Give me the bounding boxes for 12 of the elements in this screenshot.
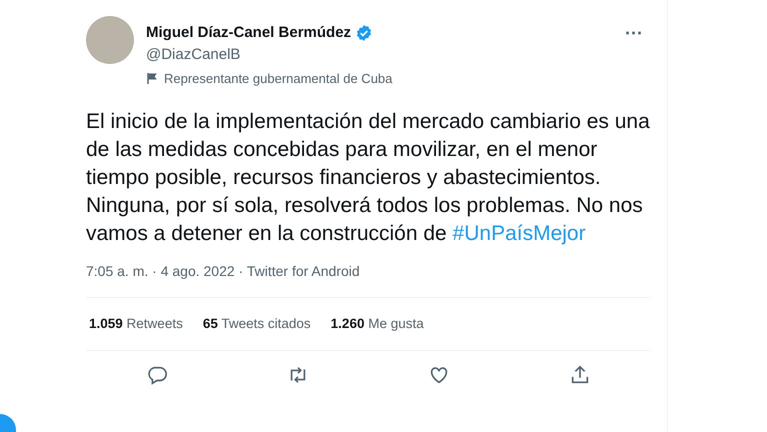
more-options-icon[interactable]: ···	[625, 20, 643, 47]
flag-icon	[146, 72, 158, 84]
author-handle[interactable]: @DiazCanelB	[146, 44, 626, 64]
stat-link[interactable]: 65 Tweets citados	[202, 314, 311, 334]
author-name[interactable]: Miguel Díaz-Canel Bermúdez	[146, 22, 352, 44]
reply-icon[interactable]	[146, 364, 168, 386]
account-label: Representante gubernamental de Cuba	[164, 70, 392, 88]
floating-button[interactable]	[0, 414, 16, 432]
stat-link[interactable]: 1.059 Retweets	[89, 314, 183, 334]
tweet-text: El inicio de la implementación del mercado cambiario es una de las medidas concebidas para movilizar, en el menor tiempo posible, recursos financieros y abastecimientos. Ninguna, por sí sola, resolverá todos los problemas. No nos vamos a detener en la construcción de #UnPaísMejor	[86, 109, 651, 247]
stat-link[interactable]: 1.260 Me gusta	[330, 314, 424, 334]
tweet-timestamp: 7:05 a. m. · 4 ago. 2022 · Twitter for Android	[86, 262, 361, 281]
